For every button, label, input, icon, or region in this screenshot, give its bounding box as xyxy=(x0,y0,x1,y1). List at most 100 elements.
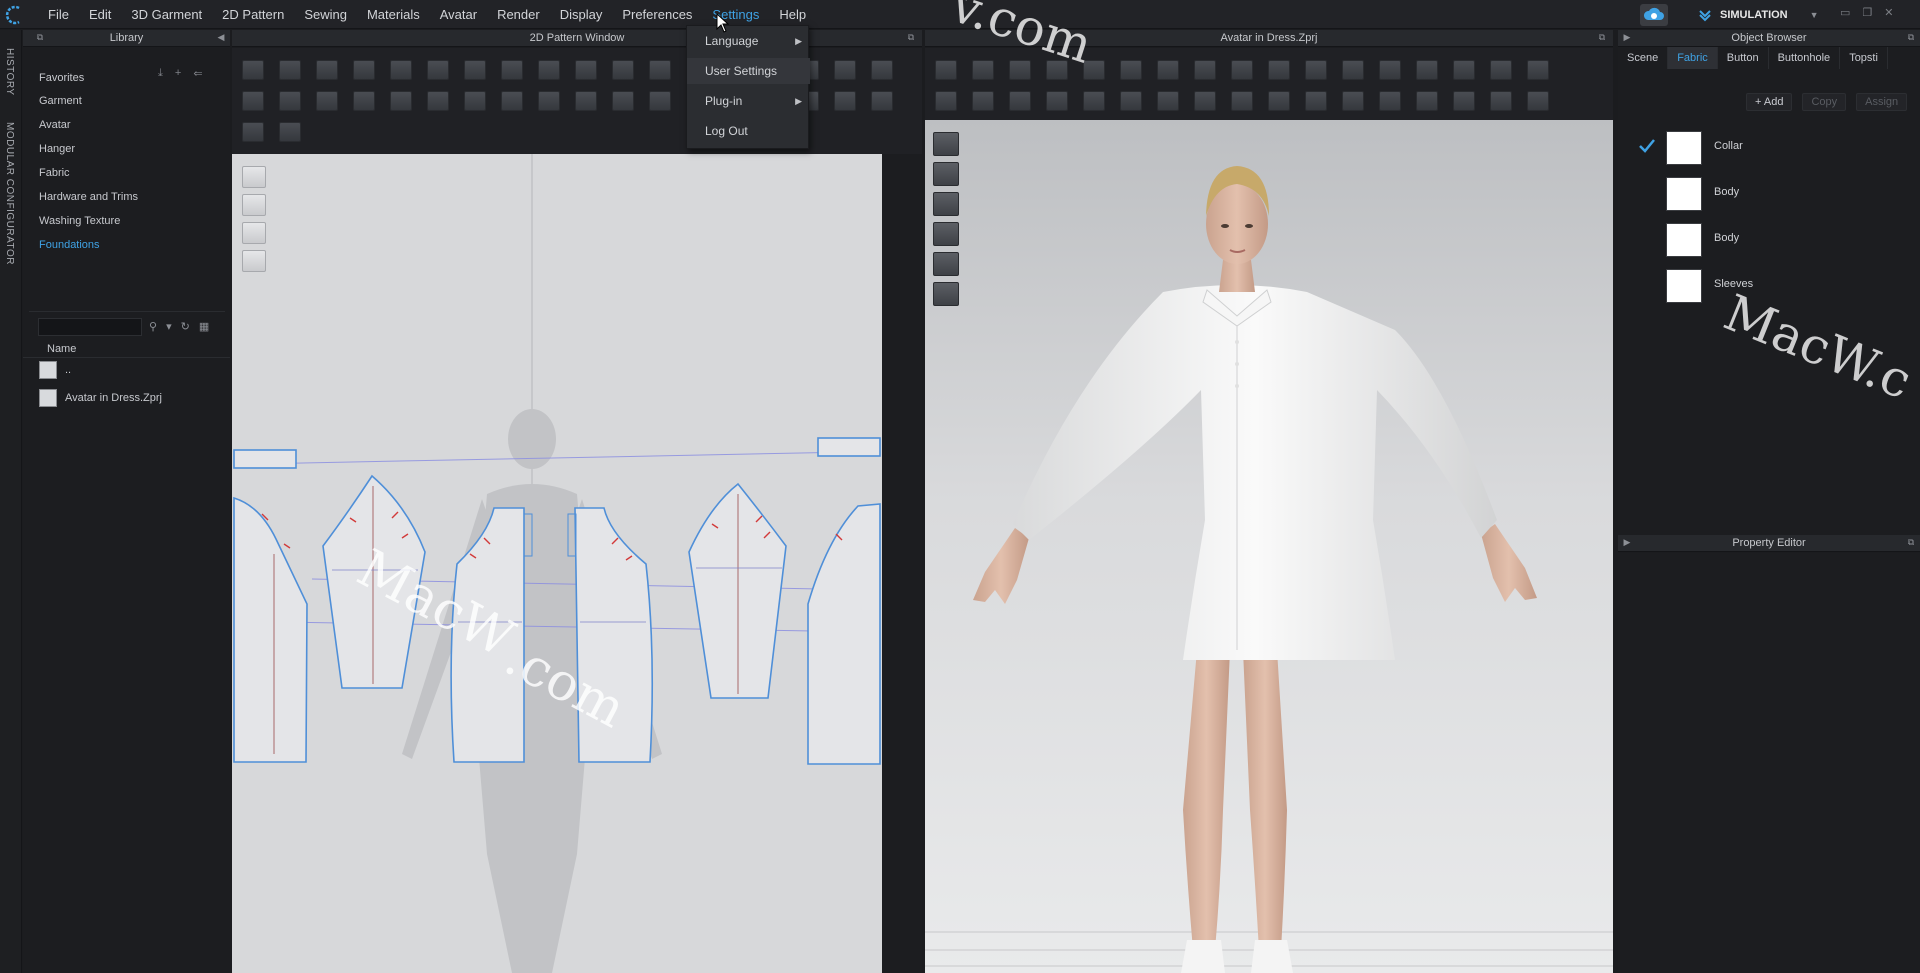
fabric-swatch[interactable] xyxy=(1666,223,1702,257)
garment-display-tool[interactable] xyxy=(933,132,959,156)
sewing-tool-8[interactable] xyxy=(501,91,523,111)
minimize-icon[interactable]: ▭ xyxy=(1840,6,1850,19)
close-icon[interactable]: ✕ xyxy=(1884,6,1893,19)
pattern-tool-5[interactable] xyxy=(390,60,412,80)
add-button[interactable]: + Add xyxy=(1746,93,1793,111)
garment-tool-17[interactable] xyxy=(1527,60,1549,80)
tab-scene[interactable]: Scene xyxy=(1618,47,1669,69)
library-item-fabric[interactable]: Fabric xyxy=(39,167,70,179)
history-tab[interactable]: HISTORY xyxy=(4,48,15,96)
fabric-row[interactable]: Body xyxy=(1618,171,1920,217)
pattern-tool-11[interactable] xyxy=(612,60,634,80)
restore-icon[interactable]: ❐ xyxy=(1862,6,1872,19)
settings-menu-user-settings[interactable]: User Settings xyxy=(687,58,810,84)
texture-view-tool[interactable] xyxy=(242,250,266,272)
viewer3d-canvas[interactable] xyxy=(925,120,1613,973)
fabric-swatch[interactable] xyxy=(1666,177,1702,211)
garment-tool-12[interactable] xyxy=(1342,60,1364,80)
settings-menu-language[interactable]: Language ▶ xyxy=(687,28,810,54)
assign-button[interactable]: Assign xyxy=(1856,93,1908,111)
modular-configurator-tab[interactable]: MODULAR CONFIGURATOR xyxy=(4,122,15,265)
pattern-tool-18[interactable] xyxy=(871,60,893,80)
garment-tool-8[interactable] xyxy=(1194,60,1216,80)
garment-tool-9[interactable] xyxy=(1231,60,1253,80)
fitting-tool-3[interactable] xyxy=(1009,91,1031,111)
pattern-tool-7[interactable] xyxy=(464,60,486,80)
avatar-skin-tool[interactable] xyxy=(933,282,959,306)
fabric-display-tool[interactable] xyxy=(933,162,959,186)
garment-view-tool[interactable] xyxy=(242,194,266,216)
pattern-visibility-tool[interactable] xyxy=(242,166,266,188)
menu-render[interactable]: Render xyxy=(487,0,550,29)
sewing-tool-17[interactable] xyxy=(834,91,856,111)
sewing-tool-1[interactable] xyxy=(242,91,264,111)
menu-avatar[interactable]: Avatar xyxy=(430,0,487,29)
garment-tool-3[interactable] xyxy=(1009,60,1031,80)
garment-tool-11[interactable] xyxy=(1305,60,1327,80)
fitting-tool-2[interactable] xyxy=(972,91,994,111)
sewing-tool-10[interactable] xyxy=(575,91,597,111)
sewing-tool-11[interactable] xyxy=(612,91,634,111)
menu-materials[interactable]: Materials xyxy=(357,0,430,29)
fitting-tool-10[interactable] xyxy=(1268,91,1290,111)
pattern-tool-8[interactable] xyxy=(501,60,523,80)
menu-3d-garment[interactable]: 3D Garment xyxy=(121,0,212,29)
panel-float-icon[interactable]: ⧉ xyxy=(35,32,45,42)
garment-tool-13[interactable] xyxy=(1379,60,1401,80)
simulation-mode-dropdown[interactable]: SIMULATION ▼ xyxy=(1690,4,1820,26)
fitting-tool-13[interactable] xyxy=(1379,91,1401,111)
fitting-tool-9[interactable] xyxy=(1231,91,1253,111)
fitting-tool-5[interactable] xyxy=(1083,91,1105,111)
tab-button[interactable]: Button xyxy=(1718,47,1769,69)
library-item-hardware-and-trims[interactable]: Hardware and Trims xyxy=(39,191,138,203)
fitting-tool-7[interactable] xyxy=(1157,91,1179,111)
texture-display-tool[interactable] xyxy=(933,222,959,246)
library-search-input[interactable] xyxy=(38,318,142,336)
fitting-tool-12[interactable] xyxy=(1342,91,1364,111)
fitting-tool-16[interactable] xyxy=(1490,91,1512,111)
menu-file[interactable]: File xyxy=(38,0,79,29)
garment-tool-16[interactable] xyxy=(1490,60,1512,80)
fitting-tool-1[interactable] xyxy=(935,91,957,111)
pattern-tool-10[interactable] xyxy=(575,60,597,80)
fitting-tool-4[interactable] xyxy=(1046,91,1068,111)
tab-buttonhole[interactable]: Buttonhole xyxy=(1769,47,1841,69)
fabric-row[interactable]: Collar xyxy=(1618,125,1920,171)
sewing-tool-12[interactable] xyxy=(649,91,671,111)
menu-sewing[interactable]: Sewing xyxy=(294,0,357,29)
garment-tool-14[interactable] xyxy=(1416,60,1438,80)
garment-tool-7[interactable] xyxy=(1157,60,1179,80)
add-icon[interactable]: + xyxy=(175,67,181,80)
sewing-tool-2[interactable] xyxy=(279,91,301,111)
fitting-tool-15[interactable] xyxy=(1453,91,1475,111)
fitting-tool-6[interactable] xyxy=(1120,91,1142,111)
back-icon[interactable]: ⇐ xyxy=(193,67,202,80)
menu-2d-pattern[interactable]: 2D Pattern xyxy=(212,0,294,29)
fabric-swatch[interactable] xyxy=(1666,131,1702,165)
menu-display[interactable]: Display xyxy=(550,0,613,29)
settings-menu-log-out[interactable]: Log Out xyxy=(687,118,810,144)
search-icon[interactable]: ⚲ xyxy=(149,320,157,333)
file-row[interactable]: .. xyxy=(39,361,71,379)
pattern-tool-6[interactable] xyxy=(427,60,449,80)
collapse-left-icon[interactable]: ◀ xyxy=(216,32,226,42)
panel-float-icon[interactable]: ⧉ xyxy=(1906,537,1916,547)
library-item-foundations[interactable]: Foundations xyxy=(39,239,100,251)
pattern-canvas[interactable]: MacW .com xyxy=(232,154,882,973)
sewing-tool-5[interactable] xyxy=(390,91,412,111)
collapse-arrow-icon[interactable]: ▶ xyxy=(1622,32,1632,42)
sewing-tool-9[interactable] xyxy=(538,91,560,111)
library-item-favorites[interactable]: Favorites xyxy=(39,72,84,84)
file-row[interactable]: Avatar in Dress.Zprj xyxy=(39,389,162,407)
arrange-tool-1[interactable] xyxy=(242,122,264,142)
column-header-name[interactable]: Name xyxy=(23,340,230,358)
tab-fabric[interactable]: Fabric xyxy=(1668,47,1718,69)
copy-button[interactable]: Copy xyxy=(1802,93,1847,111)
library-item-avatar[interactable]: Avatar xyxy=(39,119,71,131)
chevron-down-icon[interactable]: ▾ xyxy=(166,320,172,333)
info-tool[interactable] xyxy=(242,222,266,244)
garment-tool-2[interactable] xyxy=(972,60,994,80)
panel-float-icon[interactable]: ⧉ xyxy=(1906,32,1916,42)
avatar-display-tool[interactable] xyxy=(933,192,959,216)
hanger-display-tool[interactable] xyxy=(933,252,959,276)
